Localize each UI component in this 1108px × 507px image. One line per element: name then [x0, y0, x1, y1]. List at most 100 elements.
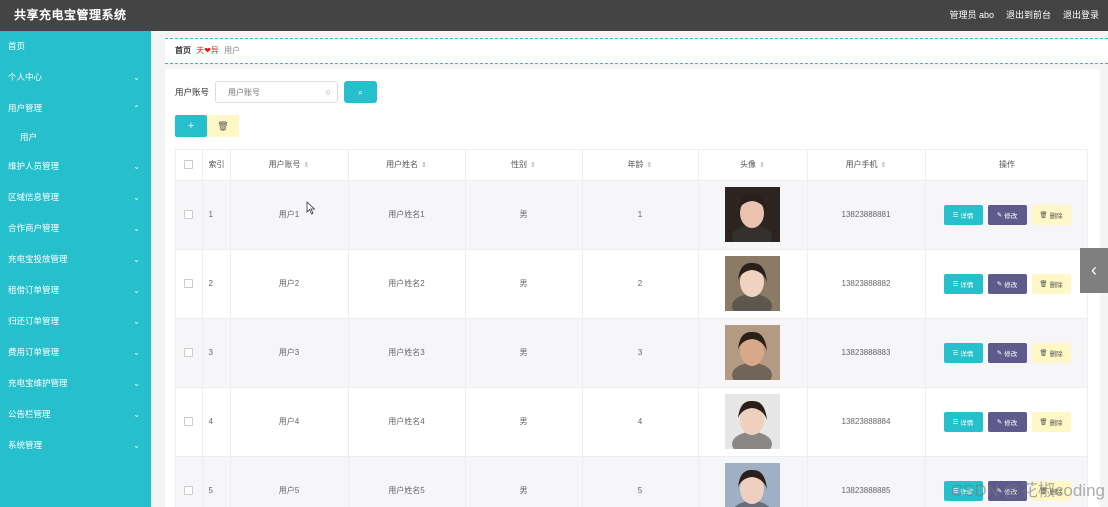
- header-label: 年龄: [627, 160, 644, 170]
- header-avatar[interactable]: 头像 ⇕: [698, 150, 808, 181]
- chevron-down-icon: ⌄: [133, 317, 140, 326]
- chevron-down-icon: ⌄: [133, 348, 140, 357]
- header-account[interactable]: 用户账号 ⇕: [230, 150, 349, 181]
- search-button[interactable]: ⌕: [344, 81, 378, 103]
- edit-button[interactable]: ✎ 修改: [987, 411, 1027, 432]
- sidebar: 首页 个人中心 ⌄ 用户管理 ⌃ 用户 维护人员管理 ⌄ 区域信息管理 ⌄ 合作商户管理…: [0, 31, 151, 507]
- table-header-row: 索引 用户账号 ⇕ 用户姓名 ⇕ 性别 ⇕ 年龄 ⇕ 头像 ⇕ 用户手机 ⇕ 操作: [176, 150, 1087, 181]
- detail-button[interactable]: ☰ 详情: [943, 204, 983, 225]
- header-age[interactable]: 年龄 ⇕: [582, 150, 699, 181]
- sidebar-item-label: 用户管理: [8, 103, 43, 113]
- search-input[interactable]: [216, 82, 338, 102]
- search-icon: ⌕: [357, 86, 364, 97]
- logout-link[interactable]: 退出登录: [1063, 8, 1099, 21]
- table-row: 4 用户4 用户姓名4 男 4 13823888884 ☰ 详情 ✎ 修改 🗑 删除: [176, 387, 1087, 457]
- header-label: 头像: [740, 160, 757, 170]
- select-all-checkbox[interactable]: [184, 160, 194, 170]
- row-checkbox[interactable]: [184, 417, 194, 427]
- cell-name: 用户姓名1: [348, 180, 466, 250]
- edit-button[interactable]: ✎ 修改: [987, 204, 1027, 225]
- header-gender[interactable]: 性别 ⇕: [465, 150, 583, 181]
- sidebar-item-fee-orders[interactable]: 费用订单管理 ⌄: [0, 337, 151, 368]
- sidebar-item-rental-orders[interactable]: 租借订单管理 ⌄: [0, 275, 151, 306]
- avatar[interactable]: [725, 394, 780, 449]
- trash-icon: 🗑: [1039, 211, 1048, 219]
- trash-icon: 🗑: [1039, 349, 1048, 357]
- sort-icon: ⇕: [530, 162, 536, 170]
- delete-label: 删除: [1049, 281, 1063, 289]
- sidebar-item-merchant-management[interactable]: 合作商户管理 ⌄: [0, 213, 151, 244]
- pencil-icon: ✎: [996, 349, 1003, 357]
- sidebar-item-powerbank-maintenance[interactable]: 充电宝维护管理 ⌄: [0, 368, 151, 399]
- sidebar-item-system-management[interactable]: 系统管理 ⌄: [0, 430, 151, 461]
- collapse-panel-toggle[interactable]: ‹: [1080, 248, 1108, 293]
- detail-button[interactable]: ☰ 详情: [943, 342, 983, 363]
- sidebar-item-powerbank-placement[interactable]: 充电宝投放管理 ⌄: [0, 244, 151, 275]
- add-button[interactable]: +: [175, 115, 207, 137]
- edit-label: 修改: [1004, 350, 1018, 358]
- row-checkbox[interactable]: [184, 210, 194, 220]
- sidebar-item-notice-board[interactable]: 公告栏管理 ⌄: [0, 399, 151, 430]
- cell-gender: 男: [465, 318, 583, 388]
- admin-user-label[interactable]: 管理员 abo: [949, 8, 994, 21]
- chevron-down-icon: ⌄: [133, 224, 140, 233]
- delete-button[interactable]: 🗑 删除: [1031, 204, 1071, 225]
- delete-button[interactable]: 🗑 删除: [1031, 273, 1071, 294]
- chevron-down-icon: ⌄: [133, 73, 140, 82]
- header-name[interactable]: 用户姓名 ⇕: [348, 150, 466, 181]
- app-title: 共享充电宝管理系统: [14, 8, 127, 22]
- cell-account: 用户4: [230, 387, 349, 457]
- delete-button[interactable]: 🗑 删除: [1031, 411, 1071, 432]
- main-area: 首页 天❤异 用户 用户账号 ○ ⌕ + 🗑: [151, 31, 1108, 507]
- edit-label: 修改: [1004, 281, 1018, 289]
- edit-button[interactable]: ✎ 修改: [987, 342, 1027, 363]
- list-icon: ☰: [952, 211, 959, 219]
- sidebar-subitem-users[interactable]: 用户: [0, 124, 151, 151]
- edit-button[interactable]: ✎ 修改: [987, 273, 1027, 294]
- avatar[interactable]: [725, 187, 780, 242]
- sidebar-item-label: 首页: [8, 41, 26, 51]
- back-to-front-link[interactable]: 退出到前台: [1006, 8, 1051, 21]
- cell-phone: 13823888884: [807, 387, 926, 457]
- sidebar-item-area-management[interactable]: 区域信息管理 ⌄: [0, 182, 151, 213]
- cell-account: 用户1: [230, 180, 349, 250]
- cell-avatar: [698, 249, 808, 319]
- avatar[interactable]: [725, 325, 780, 380]
- cell-avatar: [698, 456, 808, 507]
- cell-account: 用户5: [230, 456, 349, 507]
- header-phone[interactable]: 用户手机 ⇕: [807, 150, 926, 181]
- breadcrumb-home[interactable]: 首页: [175, 46, 191, 55]
- batch-delete-button[interactable]: 🗑: [207, 115, 239, 137]
- content-panel: 用户账号 ○ ⌕ + 🗑 索引 用户账号⇕ 用: [165, 69, 1100, 507]
- sidebar-item-label: 区域信息管理: [8, 192, 60, 202]
- watermark: CSDN @花椒coding: [950, 481, 1105, 500]
- plus-icon: +: [187, 120, 195, 132]
- detail-button[interactable]: ☰ 详情: [943, 273, 983, 294]
- sort-icon: ⇕: [646, 162, 653, 170]
- cell-phone: 13823888881: [807, 180, 926, 250]
- detail-button[interactable]: ☰ 详情: [943, 411, 983, 432]
- delete-label: 删除: [1049, 212, 1063, 220]
- avatar[interactable]: [725, 463, 780, 507]
- row-checkbox[interactable]: [184, 348, 194, 358]
- row-checkbox[interactable]: [184, 486, 194, 496]
- sidebar-item-return-orders[interactable]: 归还订单管理 ⌄: [0, 306, 151, 337]
- cell-name: 用户姓名3: [348, 318, 466, 388]
- sidebar-item-maintainer-management[interactable]: 维护人员管理 ⌄: [0, 151, 151, 182]
- row-checkbox[interactable]: [184, 279, 194, 289]
- pencil-icon: ✎: [996, 418, 1003, 426]
- sidebar-item-personal-center[interactable]: 个人中心 ⌄: [0, 62, 151, 93]
- pencil-icon: ✎: [996, 211, 1003, 219]
- sidebar-item-user-management[interactable]: 用户管理 ⌃: [0, 93, 151, 124]
- header-label: 性别: [511, 160, 528, 170]
- sidebar-item-label: 维护人员管理: [8, 161, 60, 171]
- cell-gender: 男: [465, 456, 583, 507]
- search-row: 用户账号 ○ ⌕: [175, 81, 378, 103]
- delete-button[interactable]: 🗑 删除: [1031, 342, 1071, 363]
- header-actions: 操作: [925, 150, 1087, 181]
- avatar[interactable]: [725, 256, 780, 311]
- sidebar-item-home[interactable]: 首页: [0, 31, 151, 62]
- cell-age: 5: [582, 456, 699, 507]
- row-checkbox-cell: [176, 387, 203, 457]
- cell-index: 2: [202, 249, 231, 319]
